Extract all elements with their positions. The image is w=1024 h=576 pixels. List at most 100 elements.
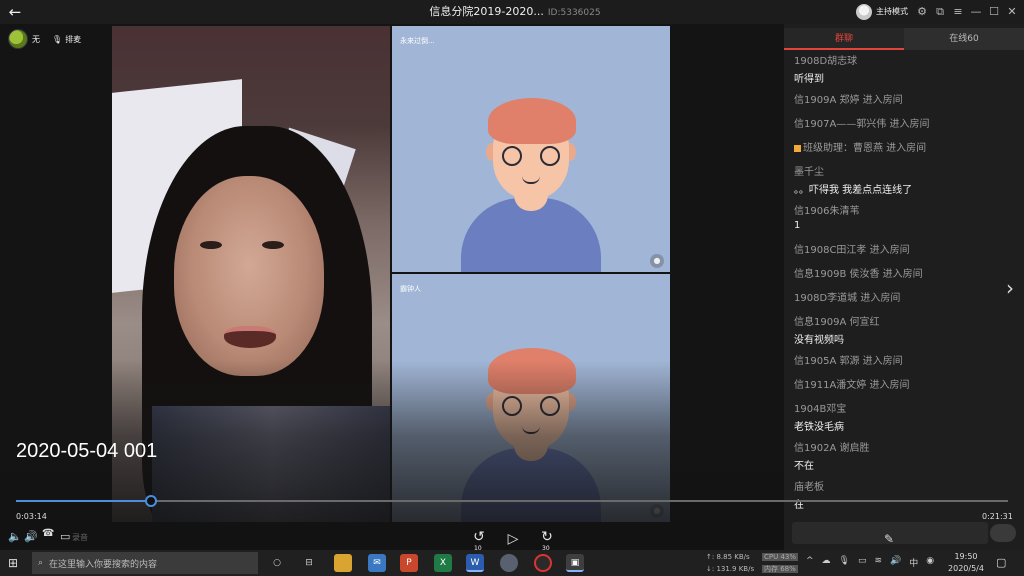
host-mode-button[interactable]: 主持模式: [856, 4, 908, 20]
task-view-icon[interactable]: ⊟: [300, 554, 318, 572]
chat-sender-text: 1908D胡志球: [794, 56, 858, 67]
powerpoint-icon[interactable]: P: [400, 554, 418, 572]
presenter-eye: [200, 241, 222, 249]
participant-panel[interactable]: 霸钟人 ●: [392, 274, 670, 522]
search-placeholder: 在这里输入你要搜索的内容: [49, 559, 158, 570]
chat-sender-text: 信1909A 郑婷 进入房间: [794, 95, 903, 106]
excel-icon[interactable]: X: [434, 554, 452, 572]
system-stats: CPU 43% 内存 68%: [762, 551, 799, 575]
windows-start-icon[interactable]: ⊞: [8, 556, 22, 570]
chat-sender: 信1907A——郭兴伟 进入房间: [794, 115, 1009, 130]
queue-label: 排麦: [65, 34, 82, 44]
progress-track[interactable]: [16, 500, 1008, 502]
skip-forward-button[interactable]: ↻ 30: [538, 530, 556, 552]
phone-icon[interactable]: ☎: [42, 528, 54, 539]
notification-icon[interactable]: ▢: [996, 556, 1006, 569]
microphone-icon[interactable]: ●: [650, 504, 664, 518]
menu-icon[interactable]: ≡: [950, 4, 966, 20]
presenter-eye: [262, 241, 284, 249]
antivirus-icon[interactable]: ◉: [926, 556, 934, 570]
subtitle-icon[interactable]: ▭: [60, 530, 70, 543]
chat-sender: 墨千尘: [794, 163, 1009, 178]
queue-button[interactable]: 🎙 排麦: [52, 31, 81, 47]
chat-sender: 班级助理：曹恩燕 进入房间: [794, 139, 1009, 154]
maximize-icon[interactable]: ☐: [986, 4, 1002, 20]
chat-sender: 信1902A 谢启胜: [794, 439, 1009, 454]
room-title: 信息分院2019-2020...: [429, 5, 544, 18]
chat-sender-text: 墨千尘: [794, 167, 824, 178]
cloud-icon[interactable]: ☁: [822, 556, 831, 570]
chat-sender-text: 信息1909B 侯汝香 进入房间: [794, 269, 923, 280]
presenter-mouth: [224, 326, 276, 348]
net-upload: ↑: 8.85 KB/s: [706, 553, 750, 561]
send-button[interactable]: [990, 524, 1016, 542]
chevron-right-icon[interactable]: ›: [1006, 276, 1022, 300]
default-avatar: [456, 98, 606, 272]
microphone-icon: 🎙: [52, 34, 63, 44]
chat-message: 墨千尘 。。吓得我 我差点点连线了: [794, 163, 1009, 196]
minimize-icon[interactable]: —: [968, 4, 984, 20]
host-mode-label: 主持模式: [876, 7, 908, 16]
pen-icon[interactable]: ✎: [884, 532, 894, 546]
chat-message: 信1902A 谢启胜 不在: [794, 439, 1009, 472]
play-button[interactable]: ▷: [504, 530, 522, 548]
chat-sender-text: 1904B邓宝: [794, 404, 847, 415]
net-download: ↓: 131.9 KB/s: [706, 565, 755, 573]
ime-indicator[interactable]: 中: [909, 556, 918, 570]
mic-user-label: 无: [32, 34, 40, 44]
chat-sender: 1904B邓宝: [794, 400, 1009, 415]
chevron-up-icon[interactable]: ^: [806, 556, 814, 570]
chat-sender-text: 信1908C田江孝 进入房间: [794, 245, 910, 256]
back-arrow-icon[interactable]: ←: [4, 2, 26, 22]
chat-text: 在: [794, 500, 804, 511]
file-explorer-icon[interactable]: [334, 554, 352, 572]
chat-sidebar: 群聊 在线60 1908D胡志球 听得到 信1909A 郑婷 进入房间 信1907A—…: [784, 24, 1024, 550]
chat-text: 老铁没毛病: [794, 422, 844, 433]
battery-icon[interactable]: ▭: [858, 556, 867, 570]
participant-name: 霸钟人: [400, 285, 421, 293]
microphone-icon[interactable]: 🎙: [839, 556, 850, 570]
mic-user-slot[interactable]: 无: [8, 28, 40, 50]
video-title: 2020-05-04 001: [16, 440, 158, 462]
microphone-icon[interactable]: ●: [650, 254, 664, 268]
mail-icon[interactable]: ✉: [368, 554, 386, 572]
word-icon[interactable]: W: [466, 554, 484, 572]
volume-icon[interactable]: 🔊: [24, 530, 38, 543]
chat-sender-text: 信息1909A 何宣红: [794, 317, 880, 328]
chat-sender-text: 信1911A潘文婷 进入房间: [794, 380, 910, 391]
mic-user-avatar: [8, 29, 28, 49]
live-app-icon[interactable]: ▣: [566, 554, 584, 572]
taskbar-search[interactable]: ⌕ 在这里输入你要搜索的内容: [32, 552, 258, 574]
app-icon[interactable]: [500, 554, 518, 572]
chat-sender: 1908D胡志球: [794, 52, 1009, 67]
host-avatar: [856, 4, 872, 20]
chat-message: 1908D李道城 进入房间: [794, 289, 1009, 304]
participant-name: 永来过倒...: [400, 37, 435, 45]
progress-thumb[interactable]: [144, 495, 157, 507]
memory-usage: 内存 68%: [762, 565, 798, 573]
recorder-icon[interactable]: [534, 554, 552, 572]
tab-group-chat[interactable]: 群聊: [784, 28, 904, 50]
chat-sender-text: 信1906朱清苇: [794, 206, 860, 217]
chat-message-list[interactable]: 1908D胡志球 听得到 信1909A 郑婷 进入房间 信1907A——郭兴伟 进入房…: [794, 52, 1009, 522]
settings-icon[interactable]: ⚙: [914, 4, 930, 20]
clock-time: 19:50: [954, 552, 978, 561]
chat-sender-text: 1908D李道城 进入房间: [794, 293, 901, 304]
close-icon[interactable]: ✕: [1004, 4, 1020, 20]
chat-sender-text: 信1902A 谢启胜: [794, 443, 870, 454]
taskbar: ⊞ ⌕ 在这里输入你要搜索的内容 ○ ⊟ ✉ P X W ▣ ↑: 8.85 K…: [0, 550, 1024, 576]
sound-icon[interactable]: 🔊: [890, 556, 901, 570]
clock[interactable]: 19:50 2020/5/4: [944, 551, 988, 575]
chat-sender: 信息1909B 侯汝香 进入房间: [794, 265, 1009, 280]
chat-sender: 庙老板: [794, 478, 1009, 493]
chat-text: 没有视频吗: [794, 335, 844, 346]
participant-panel[interactable]: 永来过倒... ●: [392, 26, 670, 272]
speaker-icon[interactable]: 🔈: [8, 530, 22, 543]
wifi-icon[interactable]: ≋: [875, 556, 883, 570]
search-icon: ⌕: [38, 558, 44, 568]
skip-back-button[interactable]: ↺ 10: [470, 530, 488, 552]
chat-message: 庙老板在: [794, 478, 1009, 511]
tab-online-users[interactable]: 在线60: [904, 28, 1024, 50]
popout-icon[interactable]: ⧉: [932, 4, 948, 20]
cortana-icon[interactable]: ○: [268, 554, 286, 572]
